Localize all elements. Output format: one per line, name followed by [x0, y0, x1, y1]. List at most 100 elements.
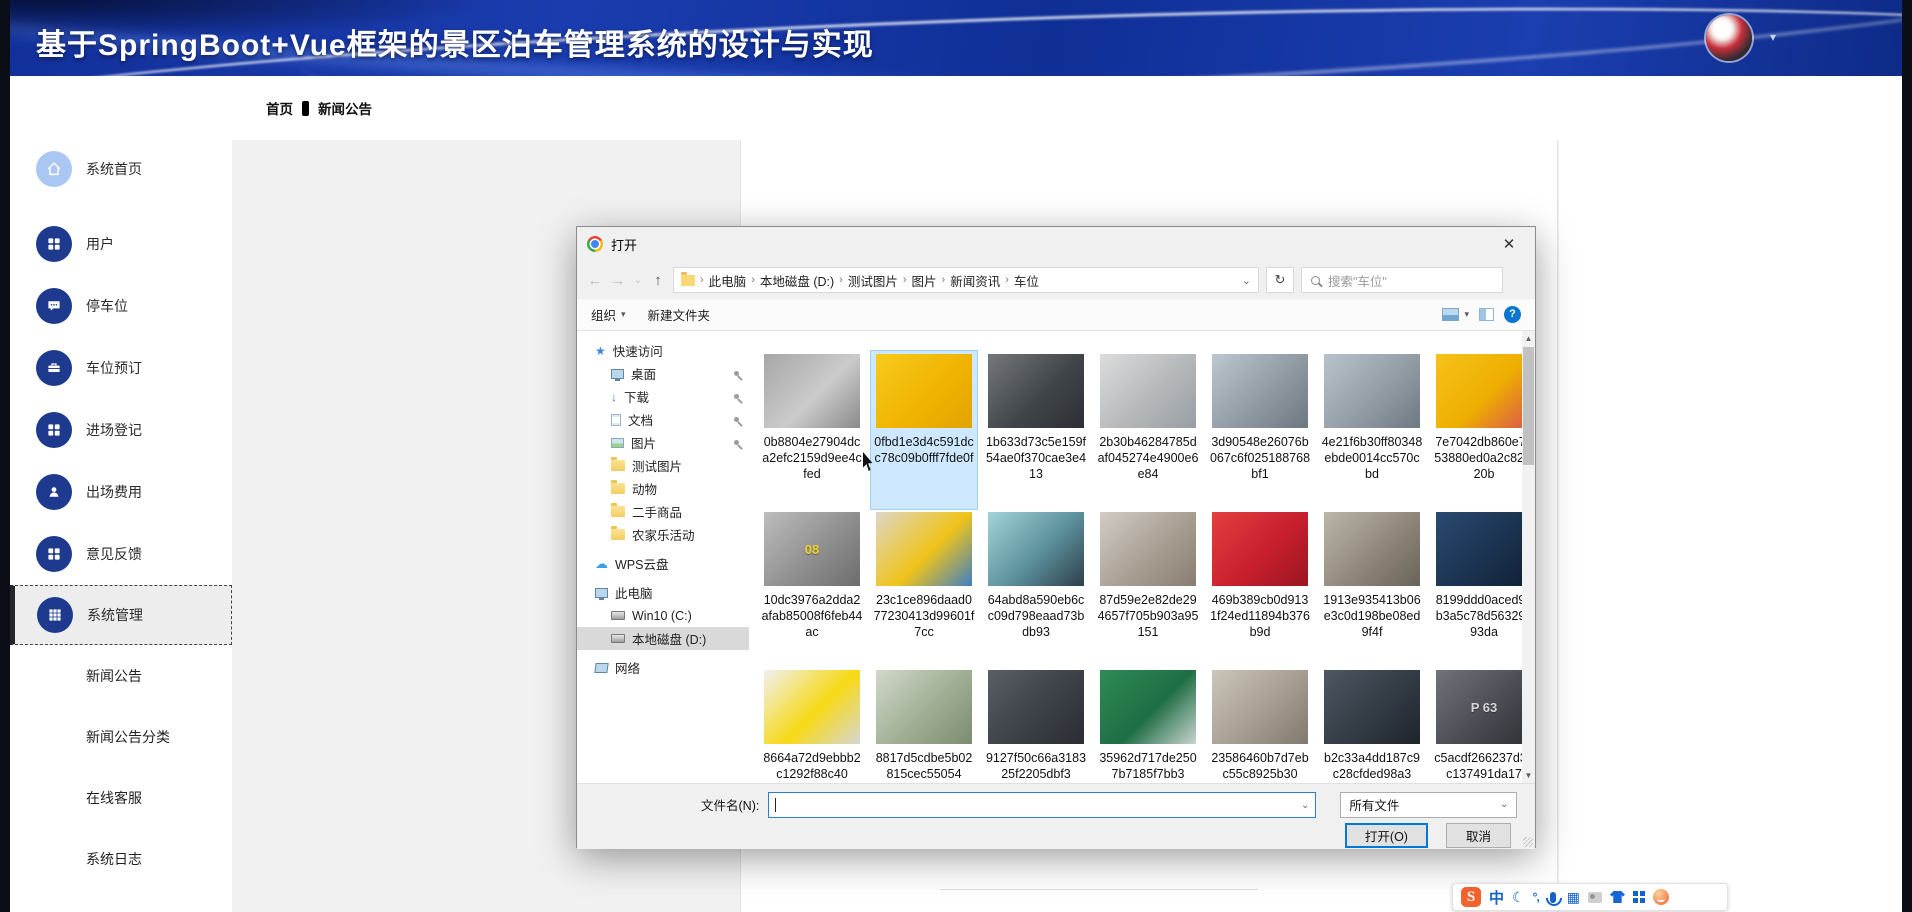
sidebar-item-users[interactable]: 用户 [10, 213, 232, 275]
close-icon[interactable]: ✕ [1493, 235, 1525, 253]
open-button[interactable]: 打开(O) [1345, 823, 1428, 848]
tree-item-secondhand[interactable]: 二手商品 [577, 500, 749, 523]
skin-icon[interactable] [1610, 891, 1625, 903]
file-item[interactable]: 9127f50c66a318325f2205dbf3 [983, 667, 1089, 783]
file-name: 3d90548e26076b067c6f025188768bf1 [1209, 434, 1311, 482]
history-dropdown-icon[interactable]: ⌄ [633, 275, 643, 286]
file-item[interactable]: 7e7042db860e7d53880ed0a2c82fc20b [1431, 351, 1522, 509]
file-item[interactable]: 469b389cb0d9131f24ed11894b376b9d [1207, 509, 1313, 667]
resize-grip[interactable] [1523, 837, 1533, 847]
tree-item-network[interactable]: 网络 [577, 656, 749, 679]
sidebar-item-label: 系统首页 [86, 159, 142, 179]
account-icon[interactable] [1588, 892, 1602, 903]
punctuation-icon[interactable]: °, [1533, 890, 1539, 904]
tree-item-this-pc[interactable]: 此电脑 [577, 581, 749, 604]
address-dropdown-icon[interactable]: ⌄ [1242, 274, 1251, 287]
folder-icon [611, 506, 625, 517]
scrollbar[interactable]: ▲ ▼ [1522, 331, 1535, 783]
breadcrumb-home[interactable]: 首页 [266, 98, 293, 118]
refresh-icon[interactable]: ↻ [1266, 267, 1294, 293]
file-item[interactable]: 0fbd1e3d4c591dcc78c09b0fff7fde0f [871, 351, 977, 509]
path-segment-parking[interactable]: 车位 [1014, 271, 1039, 290]
tree-item-test-images[interactable]: 测试图片 [577, 454, 749, 477]
file-item[interactable]: 2b30b46284785daf045274e4900e6e84 [1095, 351, 1201, 509]
filetype-select[interactable]: 所有文件 ⌄ [1340, 792, 1517, 818]
sidebar-item-entry-register[interactable]: 进场登记 [10, 399, 232, 461]
file-item[interactable]: 64abd8a590eb6cc09d798eaad73bdb93 [983, 509, 1089, 667]
tree-item-drive-d[interactable]: 本地磁盘 (D:) [577, 627, 749, 650]
scrollbar-thumb[interactable] [1523, 347, 1534, 465]
organize-button[interactable]: 组织 ▾ [591, 305, 626, 324]
file-thumbnail [1436, 512, 1522, 586]
filename-input[interactable]: ⌄ [768, 792, 1316, 818]
sidebar-subitem-news[interactable]: 新闻公告 [10, 645, 232, 706]
file-grid: 0b8804e27904dca2efc2159d9ee4cfed 0fbd1e3… [749, 331, 1522, 783]
file-item[interactable]: 35962d717de2507b7185f7bb3 [1095, 667, 1201, 783]
sidebar-subitem-online-service[interactable]: 在线客服 [10, 767, 232, 828]
microphone-icon[interactable] [1550, 892, 1556, 903]
path-segment-this-pc[interactable]: 此电脑 [709, 271, 747, 290]
sidebar-subitem-system-log[interactable]: 系统日志 [10, 828, 232, 889]
tree-item-drive-c[interactable]: Win10 (C:) [577, 604, 749, 627]
emoji-icon[interactable] [1653, 889, 1669, 905]
tree-item-desktop[interactable]: 桌面 [577, 362, 749, 385]
dialog-titlebar[interactable]: 打开 ✕ [577, 227, 1535, 261]
file-item[interactable]: 4e21f6b30ff80348ebde0014cc570cbd [1319, 351, 1425, 509]
path-segment-images[interactable]: 图片 [912, 271, 937, 290]
avatar[interactable] [1706, 15, 1752, 61]
avatar-caret-icon[interactable]: ▾ [1770, 30, 1776, 44]
file-item[interactable]: 23c1ce896daad077230413d99601f7cc [871, 509, 977, 667]
file-item[interactable]: 8664a72d9ebbb2c1292f88c40 [759, 667, 865, 783]
thumbnail-text: P 63 [1471, 700, 1498, 715]
file-item[interactable]: 23586460b7d7ebc55c8925b30 [1207, 667, 1313, 783]
file-item[interactable]: 87d59e2e82de294657f705b903a95151 [1095, 509, 1201, 667]
tree-item-downloads[interactable]: ↓ 下载 [577, 385, 749, 408]
help-icon[interactable]: ? [1504, 306, 1521, 323]
filename-dropdown-icon[interactable]: ⌄ [1301, 800, 1309, 811]
path-segment-test-images[interactable]: 测试图片 [848, 271, 898, 290]
forward-icon[interactable]: → [610, 272, 626, 289]
breadcrumb-current: 新闻公告 [318, 98, 372, 118]
view-thumbnails-button[interactable]: ▾ [1442, 308, 1469, 321]
file-item[interactable]: 0b8804e27904dca2efc2159d9ee4cfed [759, 351, 865, 509]
cancel-button[interactable]: 取消 [1446, 823, 1511, 848]
tree-item-quick-access[interactable]: ★ 快速访问 [577, 339, 749, 362]
sidebar-item-exit-fee[interactable]: 出场费用 [10, 461, 232, 523]
sidebar-subitem-news-category[interactable]: 新闻公告分类 [10, 706, 232, 767]
file-item[interactable]: 1913e935413b06e3c0d198be08ed9f4f [1319, 509, 1425, 667]
file-thumbnail [988, 354, 1084, 428]
file-item[interactable]: 1b633d73c5e159f54ae0f370cae3e413 [983, 351, 1089, 509]
tree-item-animals[interactable]: 动物 [577, 477, 749, 500]
up-icon[interactable]: ↑ [650, 272, 666, 289]
preview-pane-icon[interactable] [1479, 308, 1494, 321]
file-item[interactable]: 8199ddd0aced96b3a5c78d56329e93da [1431, 509, 1522, 667]
sidebar-item-parking-space[interactable]: 停车位 [10, 275, 232, 337]
path-segment-drive-d[interactable]: 本地磁盘 (D:) [760, 271, 834, 290]
dialog-footer: 文件名(N): ⌄ 所有文件 ⌄ 打开(O) 取消 [577, 783, 1535, 849]
file-item[interactable]: b2c33a4dd187c9c28cfded98a3 [1319, 667, 1425, 783]
sogou-logo-icon[interactable]: S [1461, 887, 1481, 907]
scroll-down-icon[interactable]: ▼ [1522, 771, 1535, 780]
file-item[interactable]: 8817d5cdbe5b02815cec55054 [871, 667, 977, 783]
tree-item-farm-activity[interactable]: 农家乐活动 [577, 523, 749, 546]
ime-mode-toggle[interactable]: 中 [1489, 887, 1504, 908]
path-segment-news[interactable]: 新闻资讯 [950, 271, 1000, 290]
file-item[interactable]: 3d90548e26076b067c6f025188768bf1 [1207, 351, 1313, 509]
fullwidth-moon-icon[interactable]: ☾ [1512, 889, 1525, 906]
file-item[interactable]: P 63 c5acdf266237d39c137491da17 [1431, 667, 1522, 783]
scroll-up-icon[interactable]: ▲ [1522, 334, 1535, 343]
sidebar-item-home[interactable]: 系统首页 [10, 138, 232, 200]
file-item[interactable]: 08 10dc3976a2dda2afab85008f6feb44ac [759, 509, 865, 667]
address-bar[interactable]: › 此电脑 › 本地磁盘 (D:) › 测试图片 › 图片 › 新闻资讯 › 车… [673, 267, 1259, 293]
sidebar-item-reservation[interactable]: 车位预订 [10, 337, 232, 399]
tree-item-wps-cloud[interactable]: ☁ WPS云盘 [577, 552, 749, 575]
soft-keyboard-icon[interactable]: ▦ [1567, 889, 1580, 906]
toolbox-icon[interactable] [1633, 891, 1638, 896]
tree-item-pictures[interactable]: 图片 [577, 431, 749, 454]
search-input[interactable]: 搜索"车位" [1301, 267, 1503, 293]
sidebar-item-feedback[interactable]: 意见反馈 [10, 523, 232, 585]
sidebar-item-system-manage[interactable]: 系统管理 [10, 585, 232, 645]
tree-item-documents[interactable]: 文档 [577, 408, 749, 431]
back-icon[interactable]: ← [587, 272, 603, 289]
new-folder-button[interactable]: 新建文件夹 [648, 305, 711, 324]
